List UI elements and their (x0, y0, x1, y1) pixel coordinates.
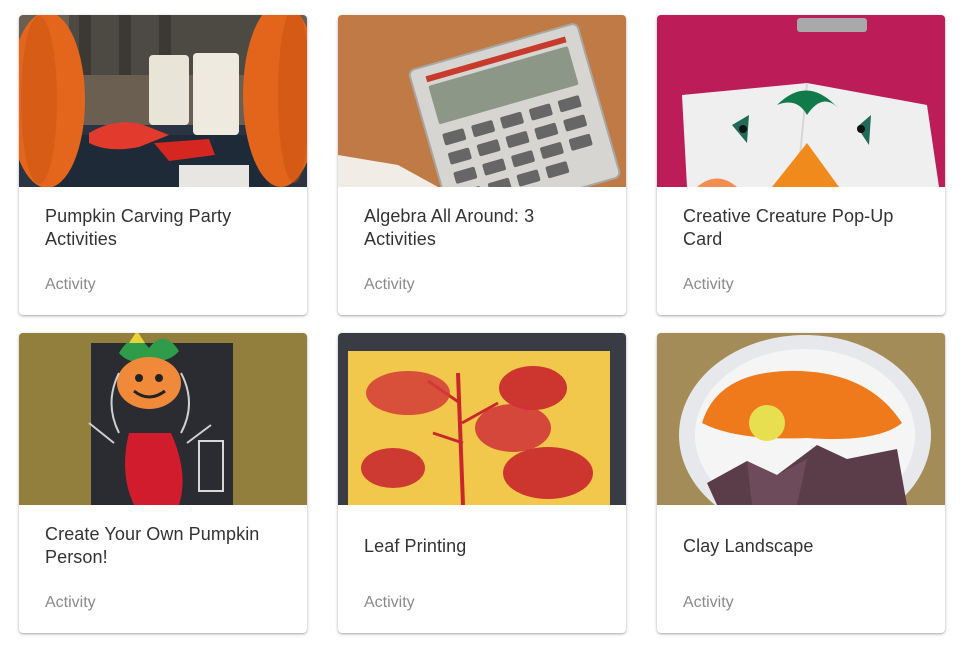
card-type-label: Activity (364, 276, 415, 293)
card-title[interactable]: Leaf Printing (364, 535, 600, 558)
activity-card-pumpkin-carving[interactable]: Pumpkin Carving Party Activities Activit… (19, 15, 307, 315)
activity-card-pumpkin-person[interactable]: Create Your Own Pumpkin Person! Activity (19, 333, 307, 633)
card-type-label: Activity (683, 276, 734, 293)
card-type-label: Activity (683, 594, 734, 611)
activity-card-pop-up-card[interactable]: Creative Creature Pop-Up Card Activity (657, 15, 945, 315)
card-body: Pumpkin Carving Party Activities Activit… (19, 187, 307, 315)
clay-landscape-image[interactable] (657, 333, 945, 505)
activity-card-clay-landscape[interactable]: Clay Landscape Activity (657, 333, 945, 633)
card-type-label: Activity (45, 594, 96, 611)
card-body: Create Your Own Pumpkin Person! Activity (19, 505, 307, 633)
card-type-label: Activity (45, 276, 96, 293)
card-title[interactable]: Pumpkin Carving Party Activities (45, 205, 281, 251)
card-body: Creative Creature Pop-Up Card Activity (657, 187, 945, 315)
card-body: Algebra All Around: 3 Activities Activit… (338, 187, 626, 315)
pumpkin-carving-image[interactable] (19, 15, 307, 187)
card-title[interactable]: Algebra All Around: 3 Activities (364, 205, 600, 251)
calculator-image[interactable] (338, 15, 626, 187)
card-title[interactable]: Creative Creature Pop-Up Card (683, 205, 919, 251)
card-title[interactable]: Clay Landscape (683, 535, 919, 558)
card-type-label: Activity (364, 594, 415, 611)
activity-card-algebra[interactable]: Algebra All Around: 3 Activities Activit… (338, 15, 626, 315)
card-body: Leaf Printing Activity (338, 505, 626, 633)
card-title[interactable]: Create Your Own Pumpkin Person! (45, 523, 281, 569)
card-body: Clay Landscape Activity (657, 505, 945, 633)
pumpkin-person-image[interactable] (19, 333, 307, 505)
activity-card-leaf-printing[interactable]: Leaf Printing Activity (338, 333, 626, 633)
activity-grid: Pumpkin Carving Party Activities Activit… (0, 0, 962, 647)
leaf-print-image[interactable] (338, 333, 626, 505)
pop-up-card-image[interactable] (657, 15, 945, 187)
